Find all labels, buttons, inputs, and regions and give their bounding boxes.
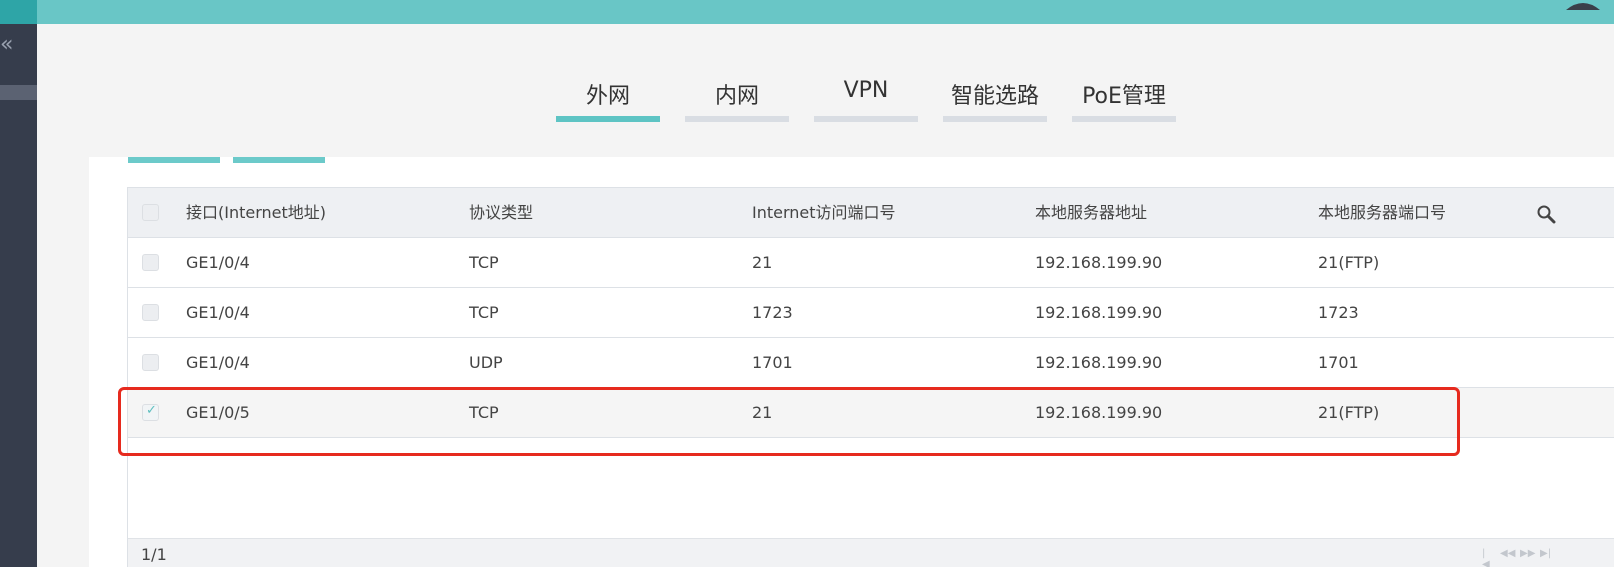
column-header-protocol[interactable]: 协议类型 <box>469 188 533 238</box>
select-all-checkbox[interactable] <box>142 204 159 221</box>
prev-page-icon[interactable]: ◀◀ <box>1500 548 1515 559</box>
cell-server-address: 192.168.199.90 <box>1035 403 1163 422</box>
cell-server-port: 21(FTP) <box>1318 253 1380 272</box>
port-mapping-table: 接口(Internet地址) 协议类型 Internet访问端口号 本地服务器地… <box>127 187 1614 567</box>
tab-underline <box>685 116 789 122</box>
cell-server-port: 1723 <box>1318 303 1359 322</box>
column-header-internet-port[interactable]: Internet访问端口号 <box>752 188 896 238</box>
table-row[interactable]: GE1/0/4 TCP 21 192.168.199.90 21(FTP) <box>128 238 1614 288</box>
cell-server-address: 192.168.199.90 <box>1035 303 1163 322</box>
cell-internet-port: 21 <box>752 253 773 272</box>
row-checkbox[interactable] <box>142 354 159 371</box>
table-footer: 1/1 |◀ ◀◀ ▶▶ ▶| <box>128 538 1614 567</box>
last-page-icon[interactable]: ▶| <box>1540 548 1551 559</box>
cell-protocol: TCP <box>469 303 499 322</box>
tab-label: 智能选路 <box>950 84 1039 109</box>
sidebar-active-item[interactable] <box>0 85 37 100</box>
row-checkbox[interactable] <box>142 254 159 271</box>
row-checkbox[interactable] <box>142 304 159 321</box>
first-page-icon[interactable]: |◀ <box>1482 548 1490 567</box>
page-info: 1/1 <box>141 545 167 564</box>
tab-lan[interactable]: 内网 <box>685 74 789 128</box>
sidebar: « <box>0 24 37 567</box>
cell-internet-port: 1701 <box>752 353 793 372</box>
cell-interface: GE1/0/4 <box>186 303 250 322</box>
cell-protocol: TCP <box>469 403 499 422</box>
column-header-interface[interactable]: 接口(Internet地址) <box>186 188 326 238</box>
tab-underline <box>814 116 918 122</box>
tab-underline <box>556 116 660 122</box>
top-bar <box>0 0 1614 24</box>
cell-internet-port: 1723 <box>752 303 793 322</box>
cell-server-port: 1701 <box>1318 353 1359 372</box>
cell-protocol: TCP <box>469 253 499 272</box>
double-chevron-left-icon[interactable]: « <box>0 34 13 56</box>
search-icon[interactable] <box>1536 204 1556 224</box>
tab-label: VPN <box>843 78 889 103</box>
toolbar-button-2[interactable] <box>233 157 325 163</box>
tab-label: PoE管理 <box>1082 84 1166 109</box>
tab-label: 外网 <box>585 84 630 109</box>
table-row-selected[interactable]: ✓ GE1/0/5 TCP 21 192.168.199.90 21(FTP) <box>128 388 1614 438</box>
logo-area <box>0 0 37 24</box>
tab-poe-management[interactable]: PoE管理 <box>1072 74 1176 128</box>
cell-server-address: 192.168.199.90 <box>1035 253 1163 272</box>
cell-protocol: UDP <box>469 353 503 372</box>
cell-internet-port: 21 <box>752 403 773 422</box>
tab-underline <box>1072 116 1176 122</box>
tab-smart-routing[interactable]: 智能选路 <box>943 74 1047 128</box>
cell-server-address: 192.168.199.90 <box>1035 353 1163 372</box>
cell-interface: GE1/0/4 <box>186 353 250 372</box>
table-row[interactable]: GE1/0/4 UDP 1701 192.168.199.90 1701 <box>128 338 1614 388</box>
next-page-icon[interactable]: ▶▶ <box>1520 548 1535 559</box>
cell-server-port: 21(FTP) <box>1318 403 1380 422</box>
tab-label: 内网 <box>714 84 759 109</box>
row-checkbox-checked[interactable]: ✓ <box>142 403 159 421</box>
checkmark-icon: ✓ <box>146 403 157 418</box>
cell-interface: GE1/0/5 <box>186 403 250 422</box>
tab-underline <box>943 116 1047 122</box>
user-icon[interactable] <box>1566 0 1600 10</box>
tab-vpn[interactable]: VPN <box>814 74 918 128</box>
cell-interface: GE1/0/4 <box>186 253 250 272</box>
column-header-server-port[interactable]: 本地服务器端口号 <box>1318 188 1446 238</box>
toolbar-button-1[interactable] <box>128 157 220 163</box>
table-header: 接口(Internet地址) 协议类型 Internet访问端口号 本地服务器地… <box>128 188 1614 238</box>
column-header-server-address[interactable]: 本地服务器地址 <box>1035 188 1147 238</box>
tab-wan[interactable]: 外网 <box>556 74 660 128</box>
table-row[interactable]: GE1/0/4 TCP 1723 192.168.199.90 1723 <box>128 288 1614 338</box>
